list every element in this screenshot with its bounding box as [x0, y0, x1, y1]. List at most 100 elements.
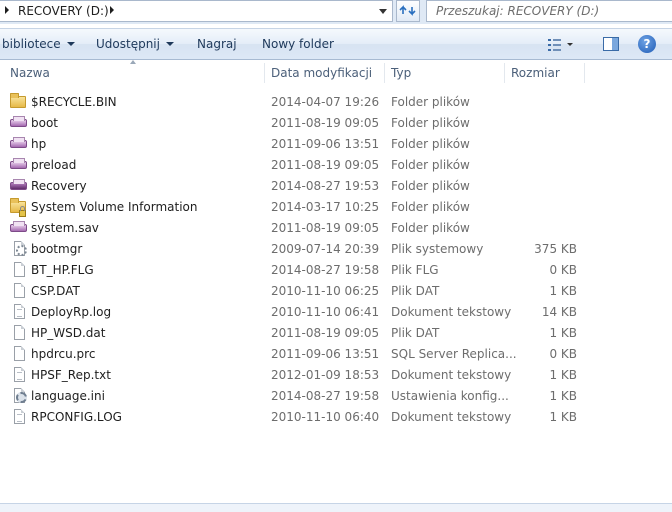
status-bar [0, 504, 672, 512]
file-type: Ustawienia konfig... [391, 389, 509, 403]
column-header-type[interactable]: Typ [391, 66, 411, 80]
file-row[interactable]: RPCONFIG.LOG 2010-11-10 06:40 Dokument tek… [0, 406, 672, 427]
file-row[interactable]: system.sav 2011-08-19 09:05 Folder plików [0, 217, 672, 238]
file-row[interactable]: bootmgr 2009-07-14 20:39 Plik systemowy 375… [0, 238, 672, 259]
file-type: Dokument tekstowy [391, 410, 512, 424]
file-row[interactable]: HP_WSD.dat 2011-08-19 09:05 Plik DAT 1 KB [0, 322, 672, 343]
file-icon [14, 346, 25, 361]
organize-button[interactable]: bibliotece [2, 37, 75, 51]
file-type: Plik FLG [391, 263, 439, 277]
folder-icon [10, 93, 26, 108]
column-header-date[interactable]: Data modyfikacji [271, 66, 372, 80]
breadcrumb-arrow-icon[interactable] [5, 6, 9, 14]
file-type: SQL Server Replica... [391, 347, 517, 361]
file-name: boot [31, 116, 59, 130]
sort-ascending-icon [130, 60, 136, 64]
file-name: System Volume Information [31, 200, 198, 214]
file-name: HPSF_Rep.txt [31, 368, 111, 382]
file-name: DeployRp.log [31, 305, 112, 319]
file-size: 1 KB [549, 410, 577, 424]
file-date: 2014-08-27 19:53 [271, 179, 380, 193]
help-icon[interactable]: ? [638, 35, 656, 53]
file-row[interactable]: HPSF_Rep.txt 2012-01-09 18:53 Dokument tek… [0, 364, 672, 385]
file-size: 1 KB [549, 284, 577, 298]
search-input[interactable]: Przeszukaj: RECOVERY (D:) [426, 0, 672, 22]
file-date: 2011-09-06 13:51 [271, 347, 380, 361]
file-date: 2011-08-19 09:05 [271, 116, 380, 130]
file-name: BT_HP.FLG [31, 263, 94, 277]
file-row[interactable]: hp 2011-09-06 13:51 Folder plików [0, 133, 672, 154]
column-divider[interactable] [504, 63, 505, 83]
refresh-icon [399, 5, 416, 16]
address-bar[interactable]: RECOVERY (D:) [0, 0, 393, 22]
file-date: 2010-11-10 06:25 [271, 284, 380, 298]
file-name: preload [31, 158, 77, 172]
file-date: 2010-11-10 06:40 [271, 410, 380, 424]
file-name: RPCONFIG.LOG [31, 410, 122, 424]
column-divider[interactable] [264, 63, 265, 83]
hidden-folder-icon [10, 116, 27, 127]
new-folder-button[interactable]: Nowy folder [262, 37, 334, 51]
config-file-icon [14, 388, 27, 403]
file-date: 2011-08-19 09:05 [271, 221, 380, 235]
column-headers: Nazwa Data modyfikacji Typ Rozmiar [0, 61, 672, 85]
file-type: Folder plików [391, 137, 470, 151]
column-header-size[interactable]: Rozmiar [511, 66, 560, 80]
file-name: CSP.DAT [31, 284, 80, 298]
file-name: hp [31, 137, 47, 151]
file-size: 0 KB [549, 347, 577, 361]
file-row[interactable]: hpdrcu.prc 2011-09-06 13:51 SQL Server Rep… [0, 343, 672, 364]
command-bar: bibliotece Udostępnij Nagraj Nowy folder… [0, 28, 672, 60]
locked-folder-icon [10, 198, 26, 217]
view-options-button[interactable] [548, 39, 576, 54]
file-row[interactable]: DeployRp.log 2010-11-10 06:41 Dokument tek… [0, 301, 672, 322]
file-row[interactable]: Recovery 2014-08-27 19:53 Folder plików [0, 175, 672, 196]
file-size: 1 KB [549, 389, 577, 403]
preview-pane-icon[interactable] [603, 37, 619, 51]
file-name: language.ini [31, 389, 105, 403]
file-date: 2011-08-19 09:05 [271, 158, 380, 172]
text-file-icon [14, 409, 25, 424]
file-name: hpdrcu.prc [31, 347, 96, 361]
file-date: 2012-01-09 18:53 [271, 368, 380, 382]
file-type: Folder plików [391, 116, 470, 130]
file-icon [14, 325, 25, 340]
file-row[interactable]: preload 2011-08-19 09:05 Folder plików [0, 154, 672, 175]
file-type: Plik DAT [391, 284, 440, 298]
view-list-icon [548, 39, 573, 51]
breadcrumb-drive[interactable]: RECOVERY (D:) [18, 4, 109, 18]
file-row[interactable]: System Volume Information 2014-03-17 10:2… [0, 196, 672, 217]
file-date: 2014-03-17 10:25 [271, 200, 380, 214]
file-icon [14, 262, 25, 277]
file-date: 2014-08-27 19:58 [271, 389, 380, 403]
system-file-icon [14, 241, 27, 256]
file-size: 14 KB [541, 305, 577, 319]
hidden-folder-icon [10, 137, 27, 148]
share-label: Udostępnij [96, 37, 160, 51]
file-date: 2009-07-14 20:39 [271, 242, 380, 256]
share-button[interactable]: Udostępnij [96, 37, 174, 51]
text-file-icon [14, 367, 25, 382]
breadcrumb-arrow-icon[interactable] [110, 6, 114, 14]
file-date: 2014-04-07 19:26 [271, 95, 380, 109]
file-size: 1 KB [549, 368, 577, 382]
file-date: 2014-08-27 19:58 [271, 263, 380, 277]
file-type: Dokument tekstowy [391, 305, 512, 319]
refresh-button[interactable] [396, 0, 420, 22]
file-type: Dokument tekstowy [391, 368, 512, 382]
column-divider[interactable] [584, 63, 585, 83]
address-dropdown-icon[interactable] [379, 9, 387, 14]
text-file-icon [14, 304, 25, 319]
file-row[interactable]: CSP.DAT 2010-11-10 06:25 Plik DAT 1 KB [0, 280, 672, 301]
column-header-name[interactable]: Nazwa [10, 66, 50, 80]
burn-button[interactable]: Nagraj [197, 37, 237, 51]
column-divider[interactable] [384, 63, 385, 83]
file-row[interactable]: boot 2011-08-19 09:05 Folder plików [0, 112, 672, 133]
file-row[interactable]: $RECYCLE.BIN 2014-04-07 19:26 Folder plikó… [0, 91, 672, 112]
file-date: 2010-11-10 06:41 [271, 305, 380, 319]
file-row[interactable]: BT_HP.FLG 2014-08-27 19:58 Plik FLG 0 KB [0, 259, 672, 280]
file-row[interactable]: language.ini 2014-08-27 19:58 Ustawienia k… [0, 385, 672, 406]
lock-icon [19, 206, 26, 217]
file-name: system.sav [31, 221, 99, 235]
hidden-folder-icon [10, 179, 27, 190]
